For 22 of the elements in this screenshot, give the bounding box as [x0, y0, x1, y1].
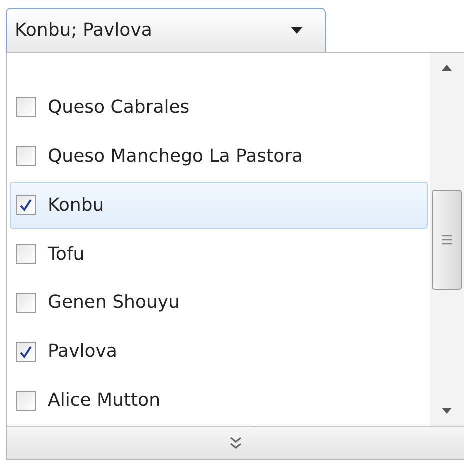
checkbox[interactable]	[16, 342, 36, 362]
list-item[interactable]: Queso Cabrales	[10, 84, 428, 131]
scroll-up-icon[interactable]	[442, 65, 452, 71]
list-item[interactable]: Pavlova	[10, 328, 428, 376]
scrollbar[interactable]	[430, 53, 464, 426]
checkbox[interactable]	[16, 292, 36, 313]
checkbox[interactable]	[16, 97, 36, 118]
list-item[interactable]: Konbu	[10, 182, 428, 229]
checkbox[interactable]	[16, 195, 36, 216]
list-item[interactable]: Queso Manchego La Pastora	[10, 132, 428, 180]
checkbox[interactable]	[16, 390, 36, 411]
list-item[interactable]: Genen Shouyu	[10, 279, 428, 326]
checkbox[interactable]	[16, 244, 36, 264]
dropdown-arrow-icon[interactable]	[291, 27, 303, 34]
list-item[interactable]: Tofu	[10, 230, 428, 278]
combo-box[interactable]: Konbu; Pavlova	[6, 8, 326, 52]
double-chevron-down-icon[interactable]	[228, 436, 242, 450]
checkbox[interactable]	[16, 146, 36, 166]
combo-value: Konbu; Pavlova	[15, 20, 152, 41]
list-item[interactable]: Alice Mutton	[10, 377, 428, 424]
scroll-down-icon[interactable]	[442, 408, 452, 414]
scroll-thumb[interactable]	[432, 190, 462, 290]
